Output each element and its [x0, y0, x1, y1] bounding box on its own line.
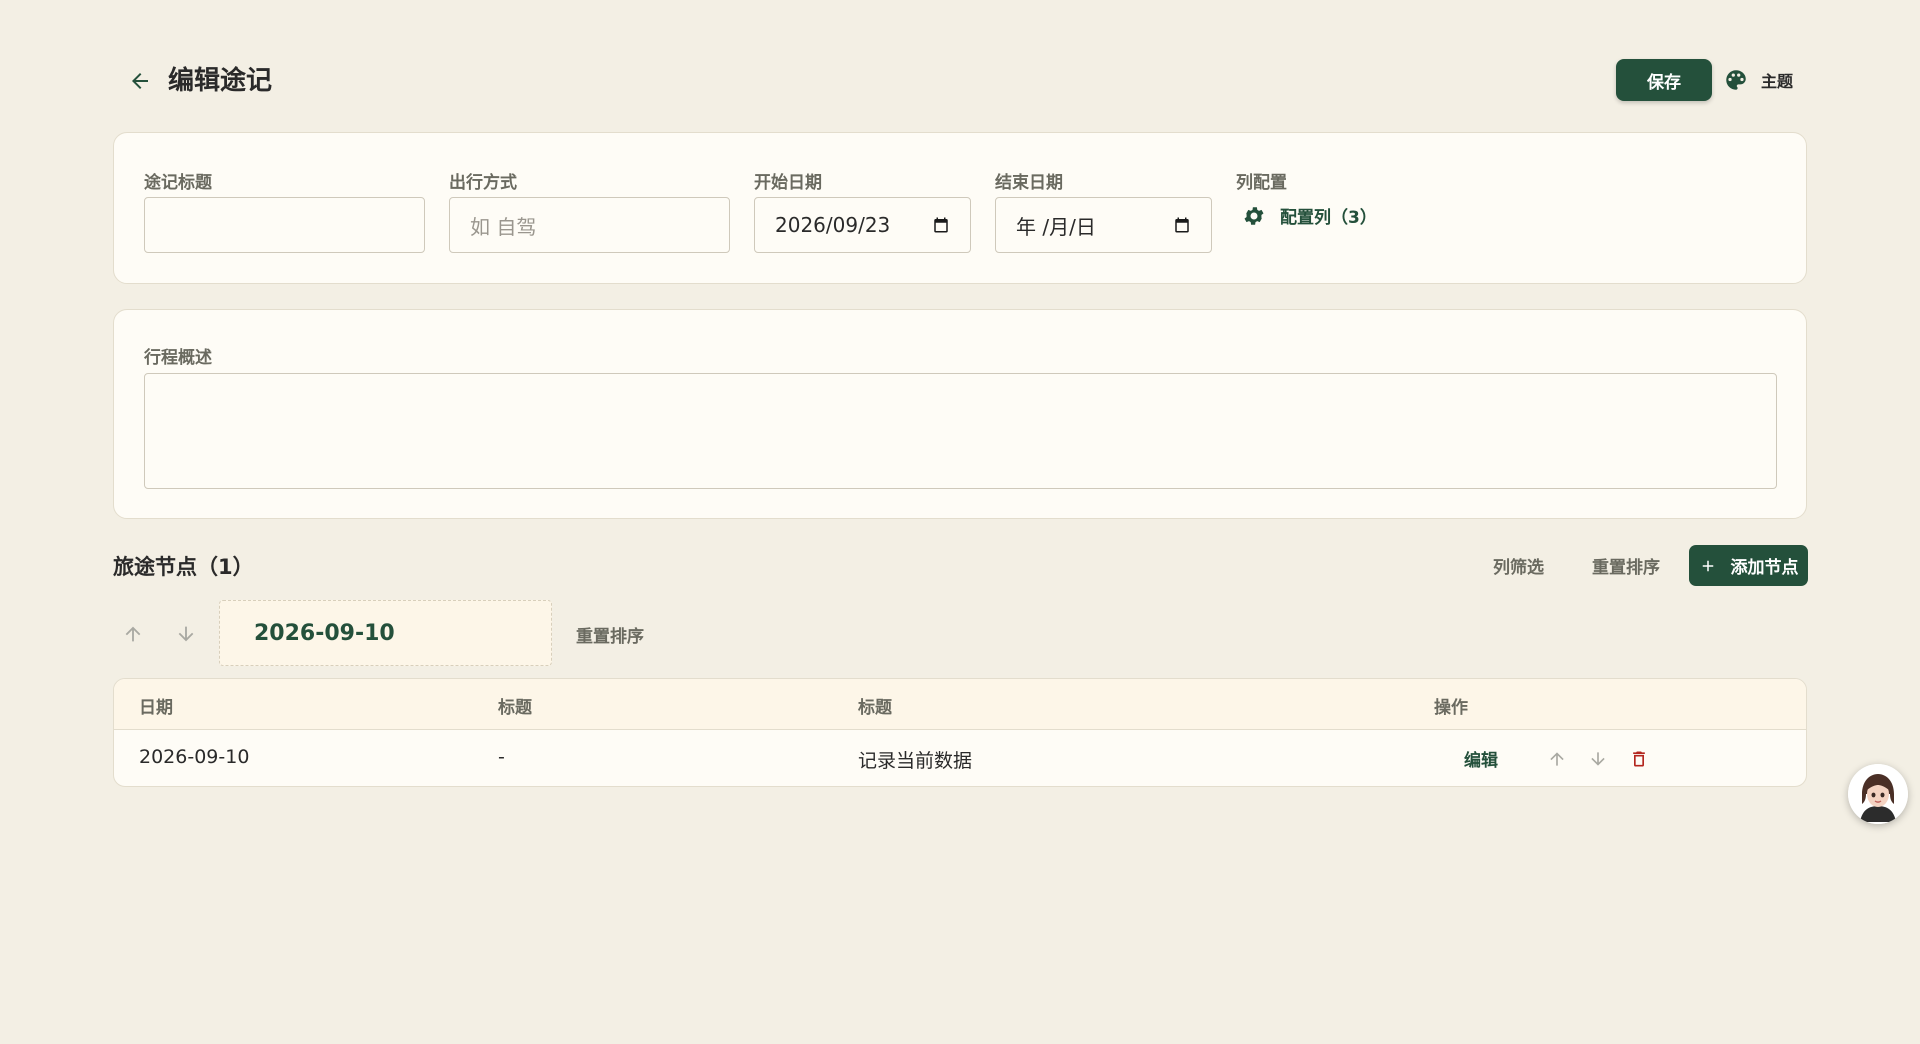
- palette-icon: [1726, 70, 1746, 90]
- column-header-date: 日期: [139, 698, 173, 718]
- start-date-label: 开始日期: [754, 173, 822, 193]
- end-date-input[interactable]: 年 /月/日: [995, 197, 1212, 253]
- start-date-input[interactable]: 2026/09/23: [754, 197, 971, 253]
- summary-card: 行程概述: [113, 309, 1807, 519]
- theme-button[interactable]: 主题: [1723, 59, 1793, 101]
- summary-label: 行程概述: [144, 348, 212, 368]
- configure-columns-label: 配置列（3）: [1280, 208, 1377, 228]
- table-header: 日期 标题 标题 操作: [114, 679, 1806, 730]
- title-input[interactable]: [144, 197, 425, 253]
- transport-label: 出行方式: [449, 173, 517, 193]
- delete-row-button[interactable]: [1627, 747, 1651, 771]
- nodes-section-title: 旅途节点（1）: [113, 555, 254, 579]
- date-group-chip[interactable]: 2026-09-10: [219, 600, 552, 666]
- arrow-up-icon: [125, 626, 141, 642]
- save-button[interactable]: 保存: [1616, 59, 1712, 101]
- add-node-button[interactable]: 添加节点: [1689, 545, 1808, 586]
- column-filter-button[interactable]: 列筛选: [1493, 553, 1544, 578]
- calendar-icon[interactable]: [932, 216, 950, 234]
- move-group-down-button[interactable]: [172, 620, 200, 648]
- cell-date: 2026-09-10: [139, 746, 250, 768]
- avatar-icon: [1848, 764, 1908, 824]
- group-reset-sort-button[interactable]: 重置排序: [576, 622, 644, 647]
- back-button[interactable]: [123, 64, 157, 98]
- page-title: 编辑途记: [168, 66, 273, 96]
- arrow-down-icon: [1591, 752, 1605, 766]
- move-row-down-button[interactable]: [1586, 747, 1610, 771]
- add-node-label: 添加节点: [1730, 558, 1799, 578]
- arrow-up-icon: [1550, 752, 1564, 766]
- configure-columns-button[interactable]: 配置列（3）: [1242, 203, 1377, 228]
- plus-icon: [1702, 560, 1713, 571]
- nodes-table: 日期 标题 标题 操作 2026-09-10 - 记录当前数据 编辑: [113, 678, 1807, 787]
- page-header: 编辑途记 保存 主题: [113, 56, 1807, 106]
- theme-label: 主题: [1761, 72, 1794, 91]
- title-label: 途记标题: [144, 173, 212, 193]
- transport-input[interactable]: 如 自驾: [449, 197, 730, 253]
- move-group-up-button[interactable]: [119, 620, 147, 648]
- columns-config-label: 列配置: [1236, 173, 1287, 193]
- trip-info-card: 途记标题 出行方式 如 自驾 开始日期 2026/09/23 结束日期 年 /月…: [113, 132, 1807, 284]
- transport-placeholder: 如 自驾: [470, 214, 537, 239]
- calendar-icon[interactable]: [1173, 216, 1191, 234]
- reset-sort-button[interactable]: 重置排序: [1592, 553, 1660, 578]
- column-header-title-2: 标题: [858, 698, 892, 718]
- cell-title: -: [498, 746, 505, 768]
- arrow-left-icon: [132, 73, 148, 89]
- gear-icon: [1244, 206, 1264, 225]
- start-date-value: 2026/09/23: [775, 213, 891, 237]
- column-header-title: 标题: [498, 698, 532, 718]
- arrow-down-icon: [178, 626, 194, 642]
- assistant-avatar[interactable]: [1848, 764, 1908, 824]
- end-date-placeholder: 年 /月/日: [1016, 214, 1096, 239]
- column-header-actions: 操作: [1434, 698, 1468, 718]
- summary-textarea[interactable]: [144, 373, 1777, 489]
- edit-row-button[interactable]: 编辑: [1464, 746, 1498, 771]
- cell-title-2: 记录当前数据: [858, 750, 973, 772]
- end-date-label: 结束日期: [995, 173, 1063, 193]
- trash-icon: [1633, 751, 1645, 767]
- move-row-up-button[interactable]: [1545, 747, 1569, 771]
